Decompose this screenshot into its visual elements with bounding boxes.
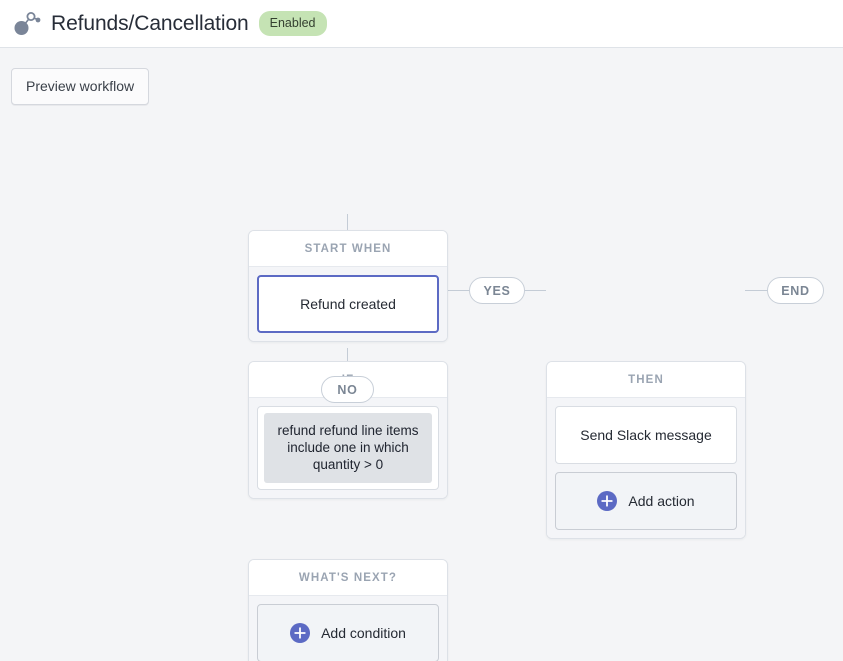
connector-if-to-yes	[447, 290, 470, 291]
preview-workflow-button[interactable]: Preview workflow	[11, 68, 150, 105]
workflow-nodes-icon	[14, 11, 41, 35]
workflow-canvas: START WHEN Refund created IF refund refu…	[0, 105, 843, 661]
plus-circle-icon	[597, 491, 618, 511]
branch-label-end: END	[767, 277, 824, 304]
branch-label-no: NO	[321, 376, 374, 403]
plus-circle-icon	[290, 623, 311, 643]
condition-expression: refund refund line items include one in …	[264, 413, 432, 483]
card-then: THEN Send Slack message Add action	[546, 361, 746, 539]
action-node-send-slack-message[interactable]: Send Slack message	[555, 406, 737, 464]
connector-then-to-end	[745, 290, 768, 291]
toolbar: Preview workflow	[0, 48, 843, 105]
app-header: Refunds/Cancellation Enabled	[0, 0, 843, 48]
next-add-condition-label: Add condition	[321, 625, 406, 641]
card-start-when: START WHEN Refund created	[248, 230, 448, 342]
card-whats-next-body: Add condition Add action	[249, 595, 447, 661]
status-badge: Enabled	[258, 10, 327, 37]
branch-label-yes: YES	[469, 277, 525, 304]
condition-node[interactable]: refund refund line items include one in …	[257, 406, 439, 490]
card-start-when-body: Refund created	[249, 266, 447, 341]
card-then-header: THEN	[547, 362, 745, 397]
page-title: Refunds/Cancellation	[51, 11, 249, 35]
card-whats-next-header: WHAT'S NEXT?	[249, 560, 447, 595]
card-if-body: refund refund line items include one in …	[249, 397, 447, 498]
connector-yes-to-then	[524, 290, 546, 291]
then-add-action-button[interactable]: Add action	[555, 472, 737, 530]
card-whats-next: WHAT'S NEXT? Add condition Add action	[248, 559, 448, 661]
then-add-action-label: Add action	[628, 493, 695, 509]
next-add-condition-button[interactable]: Add condition	[257, 604, 439, 661]
trigger-node-refund-created[interactable]: Refund created	[257, 275, 439, 333]
card-start-when-header: START WHEN	[249, 231, 447, 266]
card-then-body: Send Slack message Add action	[547, 397, 745, 538]
